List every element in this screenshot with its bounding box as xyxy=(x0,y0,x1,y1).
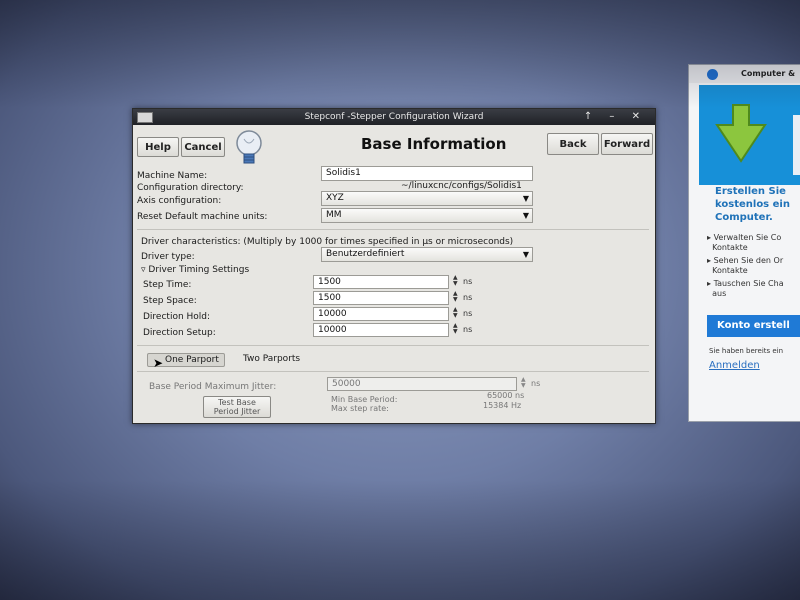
one-parport-label: One Parport xyxy=(165,355,219,365)
divider xyxy=(137,345,649,346)
back-button[interactable]: Back xyxy=(547,133,599,155)
direction-hold-input[interactable]: 10000 xyxy=(313,307,449,321)
machine-units-value: MM xyxy=(326,210,342,220)
teamviewer-window: Computer & Erstellen Sie kostenlos ein C… xyxy=(688,64,800,422)
step-space-input[interactable]: 1500 xyxy=(313,291,449,305)
config-dir-label: Configuration directory: xyxy=(137,183,244,193)
window-menu-icon[interactable] xyxy=(137,112,153,123)
dropdown-arrow-icon: ▼ xyxy=(522,250,529,259)
forward-button[interactable]: Forward xyxy=(601,133,653,155)
driver-type-value: Benutzerdefiniert xyxy=(326,249,405,259)
axis-config-label: Axis configuration: xyxy=(137,196,222,206)
jitter-input[interactable]: 50000 xyxy=(327,377,517,391)
direction-hold-unit: ns xyxy=(463,309,473,318)
min-base-period-value: 65000 ns xyxy=(487,391,525,400)
side-feature-list: ▸ Verwalten Sie Co Kontakte ▸ Sehen Sie … xyxy=(707,233,784,302)
machine-units-select[interactable]: MM ▼ xyxy=(321,208,533,223)
list-item: ▸ Tauschen Sie Cha aus xyxy=(707,279,784,298)
test-jitter-button[interactable]: Test Base Period Jitter xyxy=(203,396,271,418)
help-button[interactable]: Help xyxy=(137,137,179,157)
create-account-button[interactable]: Konto erstell xyxy=(707,315,800,337)
title-bar[interactable]: Stepconf -Stepper Configuration Wizard ↑… xyxy=(133,109,655,125)
teamviewer-logo-icon xyxy=(707,69,718,80)
direction-setup-input[interactable]: 10000 xyxy=(313,323,449,337)
list-item: ▸ Sehen Sie den Or Kontakte xyxy=(707,256,784,275)
side-headline: Erstellen Sie kostenlos ein Computer. xyxy=(715,185,790,224)
side-headline-line3: Computer. xyxy=(715,212,773,223)
driver-type-select[interactable]: Benutzerdefiniert ▼ xyxy=(321,247,533,262)
timing-expander[interactable]: ▿ Driver Timing Settings xyxy=(141,265,249,275)
divider xyxy=(137,371,649,372)
max-step-rate-value: 15384 Hz xyxy=(483,401,522,410)
step-time-spinner[interactable]: ▲ ▼ xyxy=(453,275,458,287)
side-headline-line2: kostenlos ein xyxy=(715,199,790,210)
side-title-bar[interactable]: Computer & xyxy=(689,65,800,83)
window-title: Stepconf -Stepper Configuration Wizard xyxy=(304,112,484,122)
step-time-label: Step Time: xyxy=(143,280,192,290)
test-jitter-line1: Test Base xyxy=(218,398,256,407)
direction-hold-spinner[interactable]: ▲ ▼ xyxy=(453,307,458,319)
direction-hold-label: Direction Hold: xyxy=(143,312,211,322)
direction-setup-unit: ns xyxy=(463,325,473,334)
step-space-label: Step Space: xyxy=(143,296,197,306)
machine-name-input[interactable]: Solidis1 xyxy=(321,166,533,181)
dropdown-arrow-icon: ▼ xyxy=(522,211,529,220)
page-title: Base Information xyxy=(361,135,507,153)
side-headline-line1: Erstellen Sie xyxy=(715,186,786,197)
sign-in-link[interactable]: Anmelden xyxy=(709,360,760,371)
divider xyxy=(137,229,649,230)
side-banner xyxy=(699,85,800,185)
jitter-spinner[interactable]: ▲ ▼ xyxy=(521,377,526,389)
axis-config-value: XYZ xyxy=(326,193,344,203)
list-item: ▸ Verwalten Sie Co Kontakte xyxy=(707,233,782,252)
dropdown-arrow-icon: ▼ xyxy=(522,194,529,203)
machine-name-label: Machine Name: xyxy=(137,171,208,181)
machine-units-label: Reset Default machine units: xyxy=(137,212,268,222)
cancel-button[interactable]: Cancel xyxy=(181,137,225,157)
min-base-period-label: Min Base Period: xyxy=(331,395,398,404)
timing-expander-label: Driver Timing Settings xyxy=(148,265,250,275)
mouse-pointer-icon: ➤ xyxy=(153,356,164,370)
step-space-unit: ns xyxy=(463,293,473,302)
step-time-input[interactable]: 1500 xyxy=(313,275,449,289)
lightbulb-icon xyxy=(236,130,262,164)
jitter-unit: ns xyxy=(531,379,541,388)
driver-type-label: Driver type: xyxy=(141,252,195,262)
two-parports-radio[interactable]: Two Parports xyxy=(243,354,300,364)
step-space-spinner[interactable]: ▲ ▼ xyxy=(453,291,458,303)
direction-setup-spinner[interactable]: ▲ ▼ xyxy=(453,323,458,335)
max-step-rate-label: Max step rate: xyxy=(331,404,389,413)
direction-setup-label: Direction Setup: xyxy=(143,328,216,338)
step-time-unit: ns xyxy=(463,277,473,286)
config-dir-value: ~/linuxcnc/configs/Solidis1 xyxy=(401,181,522,191)
driver-characteristics-label: Driver characteristics: (Multiply by 100… xyxy=(141,237,514,247)
axis-config-select[interactable]: XYZ ▼ xyxy=(321,191,533,206)
test-jitter-line2: Period Jitter xyxy=(213,407,261,416)
window-controls[interactable]: ↑ – ✕ xyxy=(584,109,647,125)
arrow-down-icon xyxy=(715,104,800,175)
jitter-label: Base Period Maximum Jitter: xyxy=(149,382,277,392)
stepconf-window: Stepconf -Stepper Configuration Wizard ↑… xyxy=(132,108,656,424)
side-window-title: Computer & xyxy=(741,69,796,78)
side-note: Sie haben bereits ein xyxy=(709,347,784,355)
